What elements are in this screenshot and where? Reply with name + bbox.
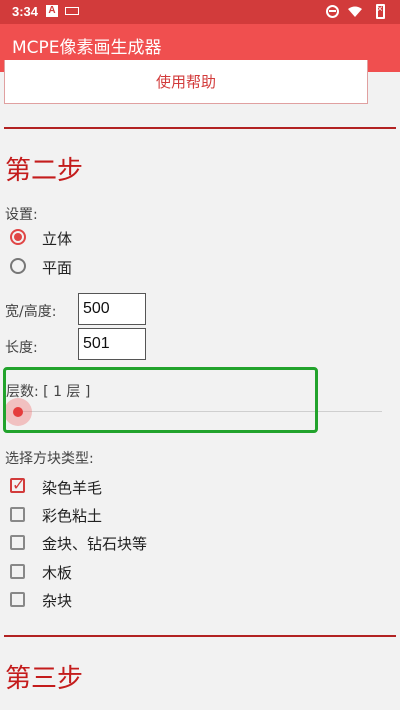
width-height-label: 宽/高度:	[5, 304, 57, 320]
app-title: MCPE像素画生成器	[12, 38, 162, 58]
status-bar: 3:34 A	[0, 0, 400, 24]
divider	[4, 127, 396, 129]
radio-3d-label[interactable]: 立体	[42, 228, 72, 249]
settings-label: 设置:	[5, 207, 38, 223]
checkbox-misc[interactable]	[10, 592, 25, 607]
checkbox-colored-clay[interactable]	[10, 507, 25, 522]
block-types-label: 选择方块类型:	[5, 451, 94, 467]
radio-flat-label[interactable]: 平面	[42, 257, 72, 278]
battery-icon	[376, 4, 385, 19]
checkbox-misc-label[interactable]: 杂块	[42, 590, 72, 611]
checkbox-planks-label[interactable]: 木板	[42, 562, 72, 583]
radio-flat[interactable]	[10, 258, 26, 274]
checkbox-gold-diamond-label[interactable]: 金块、钻石块等	[42, 533, 147, 554]
length-label: 长度:	[5, 340, 38, 356]
checkbox-dyed-wool-label[interactable]: 染色羊毛	[42, 477, 102, 498]
checkbox-gold-diamond[interactable]	[10, 535, 25, 550]
do-not-disturb-icon	[326, 5, 339, 18]
radio-3d[interactable]	[10, 229, 26, 245]
help-button[interactable]: 使用帮助	[4, 60, 368, 104]
highlight-box	[3, 367, 318, 433]
length-input[interactable]: 501	[78, 328, 146, 360]
divider	[4, 635, 396, 637]
notification-icon: A	[46, 5, 58, 17]
keyboard-icon	[65, 7, 79, 15]
width-height-input[interactable]: 500	[78, 293, 146, 325]
step2-title: 第二步	[5, 156, 84, 186]
step3-title: 第三步	[5, 664, 84, 694]
checkbox-colored-clay-label[interactable]: 彩色粘土	[42, 505, 102, 526]
status-time: 3:34	[12, 4, 39, 19]
checkbox-planks[interactable]	[10, 564, 25, 579]
wifi-icon	[348, 6, 362, 17]
checkbox-dyed-wool[interactable]	[10, 475, 25, 494]
